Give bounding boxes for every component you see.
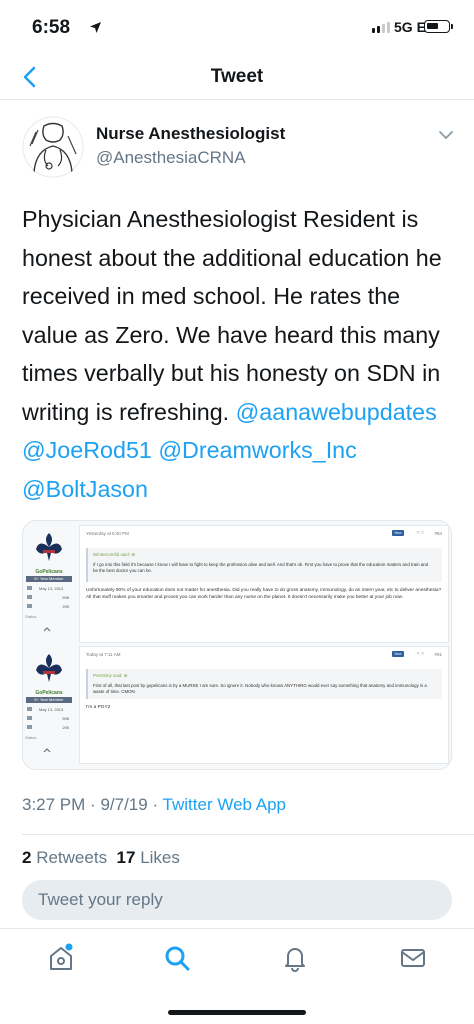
nav-bar: Tweet xyxy=(0,54,474,100)
home-icon[interactable] xyxy=(46,943,76,973)
tweet-time: 3:27 PM xyxy=(22,795,86,814)
page-title: Tweet xyxy=(210,66,264,87)
tweet-timestamp: 3:27 PM · 9/7/19 · Twitter Web App xyxy=(22,795,286,815)
engagement-counts: 2 Retweets 17 Likes xyxy=(22,848,180,868)
chevron-up-icon xyxy=(43,748,51,753)
quote-block: Wintercomfid said: ⊕ If I go into this f… xyxy=(86,548,442,582)
post-body: Unfortunately 90% of your education does… xyxy=(86,588,442,600)
reply-input[interactable] xyxy=(38,880,438,920)
status-time: 6:58 xyxy=(32,17,71,38)
divider xyxy=(22,834,474,835)
network-type: 5G E xyxy=(394,19,426,35)
messages-icon[interactable] xyxy=(398,943,428,973)
author-handle[interactable]: @AnesthesiaCRNA xyxy=(96,148,246,168)
avatar-illustration xyxy=(22,116,84,178)
notifications-icon[interactable] xyxy=(280,943,310,973)
calendar-icon xyxy=(27,707,32,711)
fleur-de-lis-avatar-icon xyxy=(36,654,62,682)
tweet-text: Physician Anesthesiologist Resident is h… xyxy=(22,200,462,508)
likes-label[interactable]: Likes xyxy=(140,848,180,867)
joined-stat: May 13, 2013 xyxy=(25,706,73,713)
post-number: #91 xyxy=(434,652,442,657)
messages-stat: 598 xyxy=(25,594,73,601)
member-badge: 5+ Year Member xyxy=(26,697,72,703)
reply-box[interactable] xyxy=(22,880,452,920)
fleur-de-lis-avatar-icon xyxy=(36,533,62,561)
author-name[interactable]: Nurse Anesthesiologist xyxy=(96,124,285,144)
messages-stat-icon xyxy=(27,595,32,599)
status-label: Status xyxy=(25,735,37,740)
home-indicator xyxy=(168,1010,306,1015)
likes-count[interactable]: 17 xyxy=(117,848,136,867)
member-badge: 5+ Year Member xyxy=(26,576,72,582)
forum-post-content: Yesterday at 6:40 PM New < □ #84 Winterc… xyxy=(79,525,449,643)
share-bookmark-icons: < □ xyxy=(416,651,424,657)
new-badge: New xyxy=(392,530,404,536)
post-date: Yesterday at 6:40 PM xyxy=(86,531,129,536)
forum-username: GoPelicans xyxy=(35,690,63,696)
status-bar: 6:58 5G E xyxy=(0,0,474,54)
meta-separator: · xyxy=(90,795,96,814)
mention-link[interactable]: @BoltJason xyxy=(22,476,148,502)
messages-stat-icon xyxy=(27,716,32,720)
forum-post: GoPelicans 5+ Year Member May 13, 2013 5… xyxy=(23,525,451,646)
calendar-icon xyxy=(27,586,32,590)
more-caret-icon[interactable] xyxy=(437,129,455,141)
mention-link[interactable]: @aanawebupdates xyxy=(236,399,437,425)
forum-user-sidebar: GoPelicans 5+ Year Member May 13, 2013 5… xyxy=(23,646,75,767)
post-number: #84 xyxy=(434,531,442,536)
search-icon[interactable] xyxy=(162,943,192,973)
retweets-label[interactable]: Retweets xyxy=(36,848,107,867)
reactions-stat: 295 xyxy=(25,603,73,610)
mention-link[interactable]: @JoeRod51 xyxy=(22,437,152,463)
quote-text: First of all, that last post by gopelica… xyxy=(93,683,427,694)
battery-icon xyxy=(424,20,453,33)
quote-header: Wintercomfid said: ⊕ xyxy=(93,552,136,557)
post-body: I'm a PGY2 xyxy=(86,705,111,710)
messages-stat: 598 xyxy=(25,715,73,722)
location-arrow-icon xyxy=(90,22,101,33)
forum-post: GoPelicans 5+ Year Member May 13, 2013 5… xyxy=(23,646,451,767)
quote-header: PreOtimy said: ⊕ xyxy=(93,673,128,678)
thumb-icon xyxy=(27,725,32,729)
new-badge: New xyxy=(392,651,404,657)
reactions-stat: 295 xyxy=(25,724,73,731)
post-date: Today at 7:11 AM xyxy=(86,652,121,657)
forum-username: GoPelicans xyxy=(35,569,63,575)
avatar[interactable] xyxy=(22,116,84,178)
joined-stat: May 13, 2013 xyxy=(25,585,73,592)
quote-text: If I go into this field it's because I k… xyxy=(93,562,429,573)
tweet-body: Physician Anesthesiologist Resident is h… xyxy=(22,206,442,425)
tweet-image[interactable]: GoPelicans 5+ Year Member May 13, 2013 5… xyxy=(22,520,452,770)
mention-link[interactable]: @Dreamworks_Inc xyxy=(158,437,356,463)
share-bookmark-icons: < □ xyxy=(416,530,424,536)
tweet-date: 9/7/19 xyxy=(100,795,148,814)
signal-icon xyxy=(372,22,390,33)
status-label: Status xyxy=(25,614,37,619)
forum-post-content: Today at 7:11 AM New < □ #91 PreOtimy sa… xyxy=(79,646,449,764)
retweets-count[interactable]: 2 xyxy=(22,848,31,867)
forum-user-sidebar: GoPelicans 5+ Year Member May 13, 2013 5… xyxy=(23,525,75,646)
meta-separator: · xyxy=(152,795,159,814)
chevron-up-icon xyxy=(43,627,51,632)
quote-block: PreOtimy said: ⊕ First of all, that last… xyxy=(86,669,442,699)
thumb-icon xyxy=(27,604,32,608)
tweet-source-link[interactable]: Twitter Web App xyxy=(163,795,286,814)
